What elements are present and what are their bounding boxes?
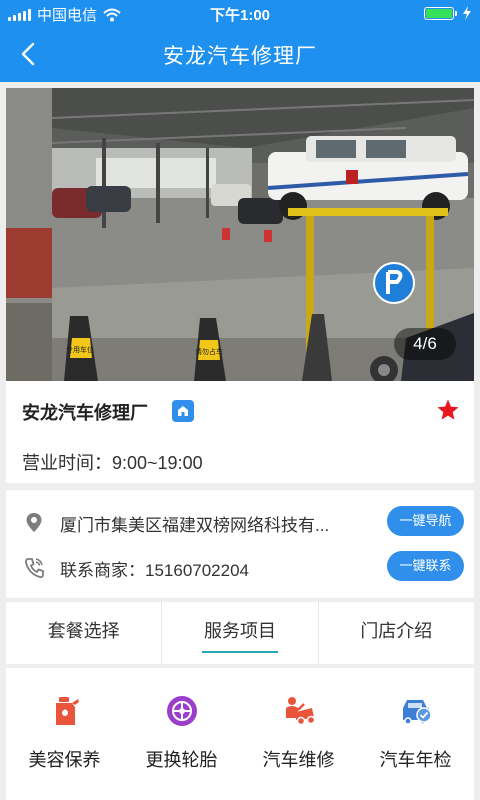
status-time: 下午1:00 [209,7,271,24]
phone-icon [25,558,44,579]
favorite-button[interactable] [436,398,460,427]
service-label: 汽车年检 [379,750,452,770]
navigate-button[interactable]: 一键导航 [387,506,464,536]
tab-services[interactable]: 服务项目 [161,602,317,664]
address-text: 厦门市集美区福建双榜网络科技有... [60,516,330,535]
charging-icon [463,6,471,20]
battery-fill [426,8,452,18]
hours-label: 营业时间： [22,453,112,473]
page-title: 安龙汽车修理厂 [163,45,317,68]
service-car-repair[interactable]: 汽车维修 [240,668,357,800]
store-icon [172,400,194,422]
service-beauty-maintenance[interactable]: 美容保养 [6,668,123,800]
tab-store-intro[interactable]: 门店介绍 [317,602,474,664]
contact-card: 厦门市集美区福建双榜网络科技有... 一键导航 联系商家：15160702204… [6,490,474,598]
inspection-car-icon [402,700,432,725]
phone-label: 联系商家： [60,561,145,580]
shop-photo-carousel[interactable]: 专用车位 请勿占车 4/6 [6,88,474,381]
phone-number: 15160702204 [145,561,250,580]
cone-sign-right: 请勿占车 [195,347,223,356]
nav-bar: 安龙汽车修理厂 [0,26,480,82]
phone-text: 联系商家：15160702204 [60,556,249,581]
service-tire-change[interactable]: 更换轮胎 [123,668,240,800]
business-hours: 营业时间：9:00~19:00 [22,449,203,475]
oil-can-icon [55,697,79,725]
hours-value: 9:00~19:00 [112,453,203,473]
battery-icon [424,6,457,20]
cone-sign-left: 专用车位 [66,345,94,354]
repair-icon [285,697,315,726]
address-row: 厦门市集美区福建双榜网络科技有... 一键导航 [6,497,474,547]
service-annual-inspection[interactable]: 汽车年检 [357,668,474,800]
phone-row: 联系商家：15160702204 一键联系 [6,542,474,592]
star-icon [437,399,459,420]
shop-name: 安龙汽车修理厂 [22,403,148,423]
tab-bar: 套餐选择 服务项目 门店介绍 [6,602,474,664]
call-button[interactable]: 一键联系 [387,551,464,581]
header: 中国电信 下午1:00 安龙汽车修理厂 [0,0,480,82]
services-grid: 美容保养 更换轮胎 汽车维修 汽车年检 [6,668,474,800]
location-pin-icon [26,513,42,532]
photo-counter: 4/6 [394,328,456,360]
tire-icon [166,696,197,726]
service-label: 美容保养 [28,750,101,770]
shop-info-card: 安龙汽车修理厂 营业时间：9:00~19:00 [6,381,474,483]
status-bar: 中国电信 下午1:00 [0,0,480,26]
tab-packages[interactable]: 套餐选择 [6,602,161,664]
service-label: 汽车维修 [262,750,335,770]
service-label: 更换轮胎 [145,750,218,770]
